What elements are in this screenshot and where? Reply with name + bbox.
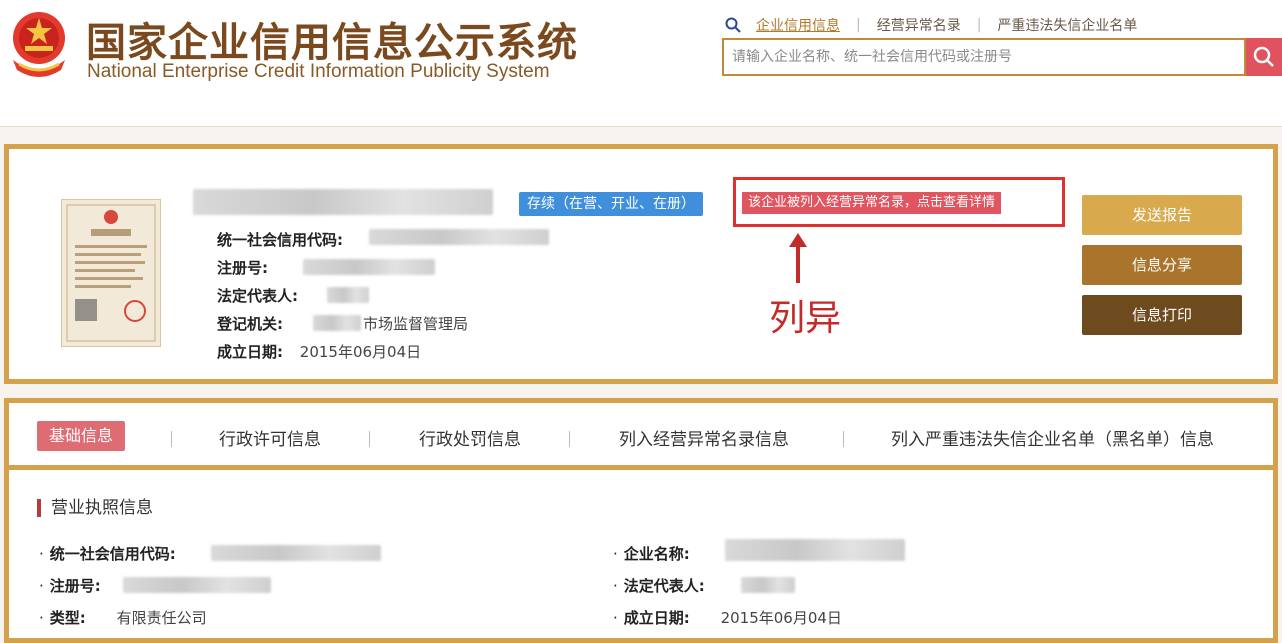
tab-abnormal-list[interactable]: 列入经营异常名录信息	[619, 425, 789, 450]
tab-admin-penalty[interactable]: 行政处罚信息	[419, 425, 521, 450]
bullet: ·	[39, 577, 44, 595]
field-value: 市场监督管理局	[363, 315, 469, 333]
info-reg-no: · 注册号:	[39, 575, 101, 596]
field-label: 登记机关:	[217, 315, 283, 333]
site-header: 国家企业信用信息公示系统 National Enterprise Credit …	[0, 0, 1282, 127]
reg-authority-value: 市场监督管理局	[363, 313, 468, 334]
field-credit-code: 统一社会信用代码:	[217, 229, 343, 250]
tab-dishonest-list[interactable]: 严重违法失信企业名单	[993, 15, 1141, 35]
abnormal-notice-highlight: 该企业被列入经营异常名录，点击查看详情	[733, 177, 1065, 227]
tab-admin-license[interactable]: 行政许可信息	[219, 425, 321, 450]
site-title-cn: 国家企业信用信息公示系统	[86, 20, 578, 66]
company-summary-panel: 存续（在营、开业、在册） 该企业被列入经营异常名录，点击查看详情 列异 统一社会…	[4, 144, 1278, 384]
search-icon	[725, 17, 741, 33]
tab-separator	[171, 431, 172, 447]
info-legal-rep: · 法定代表人:	[613, 575, 705, 596]
section-title: 营业执照信息	[37, 499, 153, 517]
reg-no-redacted	[303, 259, 435, 275]
bullet: ·	[613, 545, 618, 563]
info-type: · 类型: 有限责任公司	[39, 607, 207, 628]
legal-rep-redacted	[741, 577, 795, 593]
search-tabs: 企业信用信息 | 经营异常名录 | 严重违法失信企业名单	[724, 14, 1141, 36]
bullet: ·	[39, 545, 44, 563]
status-badge: 存续（在营、开业、在册）	[519, 192, 703, 216]
detail-tabbar: 基础信息 行政许可信息 行政处罚信息 列入经营异常名录信息 列入严重违法失信企业…	[9, 403, 1273, 470]
field-label: 统一社会信用代码:	[49, 545, 176, 563]
site-title-en: National Enterprise Credit Information P…	[87, 61, 550, 82]
field-label: 成立日期:	[217, 343, 283, 361]
field-label: 注册号:	[217, 259, 268, 277]
field-value: 有限责任公司	[116, 609, 207, 627]
bullet: ·	[613, 609, 618, 627]
tab-separator	[569, 431, 570, 447]
credit-code-redacted	[211, 545, 381, 561]
company-name-redacted	[725, 539, 905, 561]
search-input[interactable]	[724, 40, 1240, 74]
tab-separator	[843, 431, 844, 447]
search-box	[722, 38, 1246, 76]
field-reg-authority: 登记机关:	[217, 313, 283, 334]
field-legal-rep: 法定代表人:	[217, 285, 298, 306]
search-button[interactable]	[1246, 38, 1282, 76]
field-established-date: 成立日期: 2015年06月04日	[217, 341, 421, 362]
tab-blacklist[interactable]: 列入严重违法失信企业名单（黑名单）信息	[891, 425, 1214, 450]
field-reg-no: 注册号:	[217, 257, 268, 278]
field-label: 注册号:	[49, 577, 101, 595]
credit-code-redacted	[369, 229, 549, 245]
magnifier-icon	[1253, 46, 1274, 67]
reg-no-redacted	[123, 577, 271, 593]
tab-separator: |	[856, 17, 861, 33]
info-established-date: · 成立日期: 2015年06月04日	[613, 607, 842, 628]
field-value: 2015年06月04日	[720, 609, 842, 627]
tab-enterprise-credit[interactable]: 企业信用信息	[752, 15, 844, 35]
field-label: 法定代表人:	[217, 287, 298, 305]
tab-separator	[369, 431, 370, 447]
tab-basic-info[interactable]: 基础信息	[37, 421, 126, 451]
print-info-button[interactable]: 信息打印	[1082, 295, 1242, 335]
send-report-button[interactable]: 发送报告	[1082, 195, 1242, 235]
annotation-label: 列异	[769, 298, 842, 339]
arrow-up-icon	[789, 233, 807, 283]
detail-panel: 基础信息 行政许可信息 行政处罚信息 列入经营异常名录信息 列入严重违法失信企业…	[4, 398, 1278, 643]
info-company-name: · 企业名称:	[613, 543, 690, 564]
field-label: 成立日期:	[623, 609, 690, 627]
company-name-redacted	[193, 189, 493, 215]
field-label: 法定代表人:	[623, 577, 705, 595]
field-label: 类型:	[49, 609, 86, 627]
business-license-image	[61, 199, 161, 347]
tab-separator: |	[976, 17, 982, 33]
bullet: ·	[39, 609, 44, 627]
share-info-button[interactable]: 信息分享	[1082, 245, 1242, 285]
tab-abnormal-list[interactable]: 经营异常名录	[873, 15, 965, 35]
legal-rep-redacted	[327, 287, 369, 303]
field-value: 2015年06月04日	[299, 343, 422, 361]
info-credit-code: · 统一社会信用代码:	[39, 543, 176, 564]
reg-authority-redacted	[313, 315, 361, 331]
bullet: ·	[613, 577, 618, 595]
abnormal-notice-link[interactable]: 该企业被列入经营异常名录，点击查看详情	[742, 192, 1002, 214]
national-emblem-icon	[13, 12, 65, 77]
field-label: 统一社会信用代码:	[217, 231, 343, 249]
field-label: 企业名称:	[623, 545, 690, 563]
